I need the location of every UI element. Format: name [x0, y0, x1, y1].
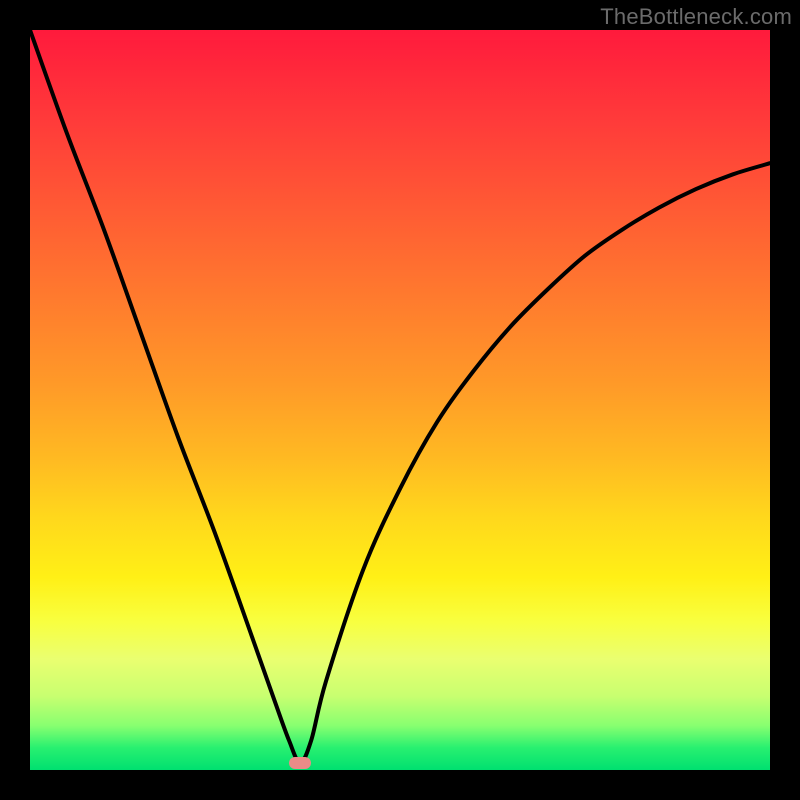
watermark-text: TheBottleneck.com — [600, 4, 792, 30]
chart-frame: TheBottleneck.com — [0, 0, 800, 800]
plot-area — [30, 30, 770, 770]
bottleneck-curve — [30, 30, 770, 770]
optimum-marker — [289, 757, 311, 769]
